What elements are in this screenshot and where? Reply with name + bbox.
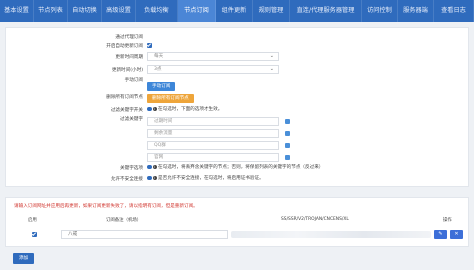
delete-all-label: 删除所有订阅节点 [106,95,143,100]
allow-insecure-label: 允许不安全连接 [110,177,143,182]
table-row: 八戒 ✎ ✕ [6,229,470,241]
row-filter-switch: 过滤关键字开关 i 在勾选时，下面的选项才生效。 [6,106,470,114]
tab-nodes[interactable]: 节点列表 [34,0,68,22]
chevron-down-icon: ⌄ [269,66,274,72]
settings-panel: 通过代理订阅 开启自动更新订阅 更新时间周期 每天 ⌄ 更新时间(小时) 3点 … [5,27,469,187]
keyword-mode-label: 关键字选项 [120,166,143,171]
row-update-period: 更新时间周期 每天 ⌄ [6,52,470,62]
tab-access-control[interactable]: 访问控制 [362,0,398,22]
row-manual-subscribe: 手动订阅 [6,82,470,92]
app-root: 基本设置 节点列表 自动切换 高级设置 负载均衡 节点订阅 组件更新 规则管理 … [0,0,474,270]
update-hour-label: 更新时间(小时) [111,68,143,73]
edit-icon[interactable] [285,131,290,136]
allow-insecure-control: i 是否允许不安全连接，在勾选时，将启用证书验证。 [147,175,264,182]
filter-switch-control: i 在勾选时，下面的选项才生效。 [147,106,222,113]
row-delete-all: 删除所有订阅节点 删除所有订阅节点 [6,93,470,104]
tab-logs[interactable]: 查看日志 [434,0,474,22]
info-icon: i [152,164,157,170]
filter-list-label: 过滤关键字 [120,117,143,122]
top-nav: 基本设置 节点列表 自动切换 高级设置 负载均衡 节点订阅 组件更新 规则管理 … [0,0,474,22]
header-remark: 订阅备注（机场） [106,218,142,223]
edit-icon[interactable] [285,143,290,148]
chevron-down-icon: ⌄ [269,53,274,59]
row-update-hour: 更新时间(小时) 3点 ⌄ [6,65,470,75]
header-action: 操作 [443,218,452,223]
delete-button[interactable]: ✕ [450,230,463,239]
manual-subscribe-button[interactable]: 手动订阅 [147,82,176,91]
edit-icon[interactable] [285,155,290,160]
tab-rules[interactable]: 规则管理 [253,0,290,22]
keyword-mode-help: 在勾选时，将丢弃含关键字的节点；否则，将保留列表的关键字的节点（反过来） [158,165,324,170]
subscription-table-panel: 请输入订阅网址并应用后再更新，如果订阅更新失败了，请以指明有订阅，但是重新订阅。… [5,197,469,247]
row-remark-input[interactable]: 八戒 [61,230,228,239]
subscription-warning: 请输入订阅网址并应用后再更新，如果订阅更新失败了，请以指明有订阅，但是重新订阅。 [14,204,198,209]
info-icon: i [152,175,157,181]
table-header: 启用 订阅备注（机场） SS/SSR/V2/TROJAN/CNCENS/XL 操… [6,215,470,224]
update-hour-select[interactable]: 3点 ⌄ [147,65,279,74]
tab-server[interactable]: 服务器端 [398,0,434,22]
update-period-label: 更新时间周期 [115,55,143,60]
row-proxy-subscribe: 通过代理订阅 [6,33,470,41]
allow-insecure-help: 是否允许不安全连接，在勾选时，将启用证书验证。 [158,176,264,181]
tab-auto-switch[interactable]: 自动切换 [68,0,102,22]
edit-button[interactable]: ✎ [434,230,447,239]
allow-insecure-radio[interactable] [147,175,152,181]
tab-load-balance[interactable]: 负载均衡 [136,0,178,22]
tab-direct-proxy[interactable]: 直连/代理服务器管理 [290,0,362,22]
filter-switch-label: 过滤关键字开关 [110,108,143,113]
header-url: SS/SSR/V2/TROJAN/CNCENS/XL [281,217,349,222]
tab-advanced[interactable]: 高级设置 [102,0,136,22]
filter-input-2[interactable]: 剩余流量 [147,129,279,138]
row-allow-insecure: 允许不安全连接 i 是否允许不安全连接，在勾选时，将启用证书验证。 [6,175,470,183]
delete-all-button[interactable]: 删除所有订阅节点 [147,94,194,103]
header-enabled: 启用 [28,218,37,223]
info-icon: i [152,106,157,112]
auto-update-checkbox[interactable] [147,43,152,48]
tab-component-update[interactable]: 组件更新 [216,0,253,22]
filter-input-1[interactable]: 过期时间 [147,117,279,126]
row-url-input[interactable] [231,231,431,238]
add-subscription-button[interactable]: 添加 [13,253,35,264]
update-period-value: 每天 [154,54,164,59]
row-auto-update: 开启自动更新订阅 [6,42,470,50]
row-keyword-mode: 关键字选项 i 在勾选时，将丢弃含关键字的节点；否则，将保留列表的关键字的节点（反… [6,164,470,172]
row-enabled-checkbox[interactable] [32,232,37,237]
tab-subscribe[interactable]: 节点订阅 [178,0,216,22]
tab-basic[interactable]: 基本设置 [0,0,34,22]
filter-switch-radio[interactable] [147,106,152,112]
filter-switch-help: 在勾选时，下面的选项才生效。 [158,107,223,112]
auto-update-label: 开启自动更新订阅 [106,44,143,49]
edit-icon[interactable] [285,119,290,124]
filter-input-4[interactable]: 官网 [147,153,279,162]
update-period-select[interactable]: 每天 ⌄ [147,52,279,61]
update-hour-value: 3点 [154,67,162,72]
keyword-mode-radio[interactable] [147,164,152,170]
keyword-mode-control: i 在勾选时，将丢弃含关键字的节点；否则，将保留列表的关键字的节点（反过来） [147,164,323,171]
filter-input-3[interactable]: QQ群 [147,141,279,150]
proxy-subscribe-label: 通过代理订阅 [115,35,143,40]
